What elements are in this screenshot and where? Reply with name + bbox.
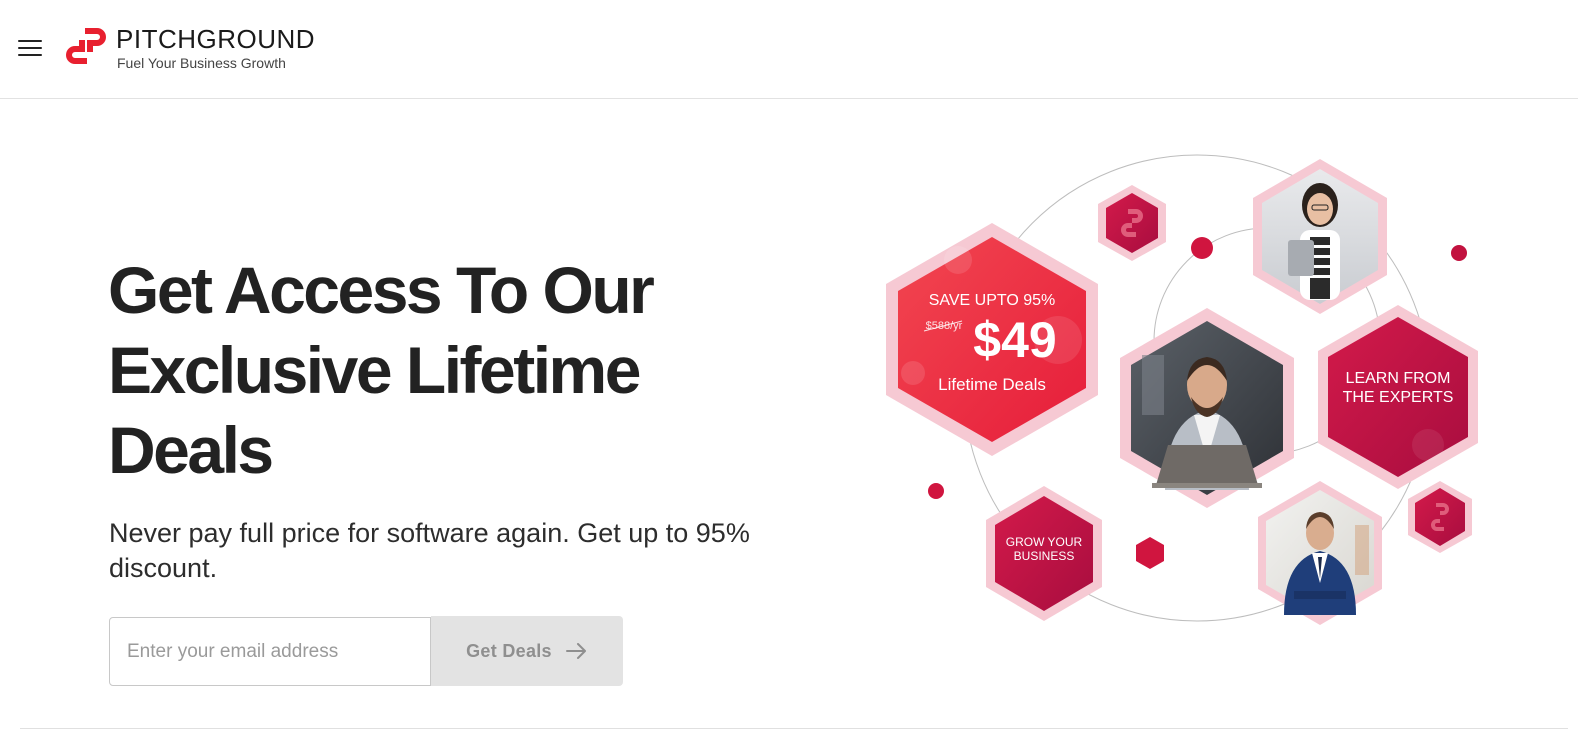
- price-hex: SAVE UPTO 95% $588/yr $49 Lifetime Deals: [886, 223, 1098, 456]
- businessman-photo-hex: [1258, 481, 1382, 625]
- hamburger-menu-icon[interactable]: [18, 40, 42, 60]
- arrow-right-icon: [565, 643, 586, 659]
- hero-title-line-3: Deals: [108, 413, 274, 487]
- grow-line-1: GROW YOUR: [1006, 535, 1083, 549]
- get-deals-button[interactable]: Get Deals: [431, 616, 623, 686]
- brand-name[interactable]: PITCHGROUND: [116, 24, 315, 55]
- hero-title-line-1: Get Access To Our: [108, 253, 655, 327]
- section-divider: [20, 728, 1568, 729]
- hero-title: Get Access To Our Exclusive Lifetime Dea…: [108, 250, 728, 490]
- pitchground-logo-icon[interactable]: [63, 25, 109, 67]
- hero-title-line-2: Exclusive Lifetime: [108, 333, 641, 407]
- hero-illustration: SAVE UPTO 95% $588/yr $49 Lifetime Deals: [880, 145, 1490, 635]
- get-deals-label: Get Deals: [466, 640, 552, 661]
- learn-experts-hex: LEARN FROM THE EXPERTS: [1318, 305, 1478, 489]
- woman-photo-hex: [1253, 159, 1387, 314]
- decor-dot: [1451, 245, 1467, 261]
- grow-business-hex: GROW YOUR BUSINESS: [986, 486, 1102, 621]
- email-input[interactable]: [109, 617, 431, 686]
- lifetime-deals-text: Lifetime Deals: [938, 375, 1046, 394]
- hero-subtitle: Never pay full price for software again.…: [109, 518, 750, 583]
- learn-line-1: LEARN FROM: [1346, 370, 1451, 387]
- site-header: PITCHGROUND Fuel Your Business Growth: [0, 0, 1578, 99]
- grow-line-2: BUSINESS: [1014, 549, 1075, 563]
- price-text: $49: [973, 312, 1056, 368]
- logo-hex-small-right: [1408, 481, 1472, 553]
- brand-tagline: Fuel Your Business Growth: [117, 55, 286, 71]
- save-upto-text: SAVE UPTO 95%: [929, 292, 1056, 309]
- decor-hex-dot: [1136, 537, 1164, 569]
- decor-dot: [1191, 237, 1213, 259]
- decor-dot: [928, 483, 944, 499]
- man-laptop-photo-hex: [1120, 308, 1294, 508]
- logo-hex-small-top: [1098, 185, 1166, 261]
- learn-line-2: THE EXPERTS: [1343, 389, 1454, 406]
